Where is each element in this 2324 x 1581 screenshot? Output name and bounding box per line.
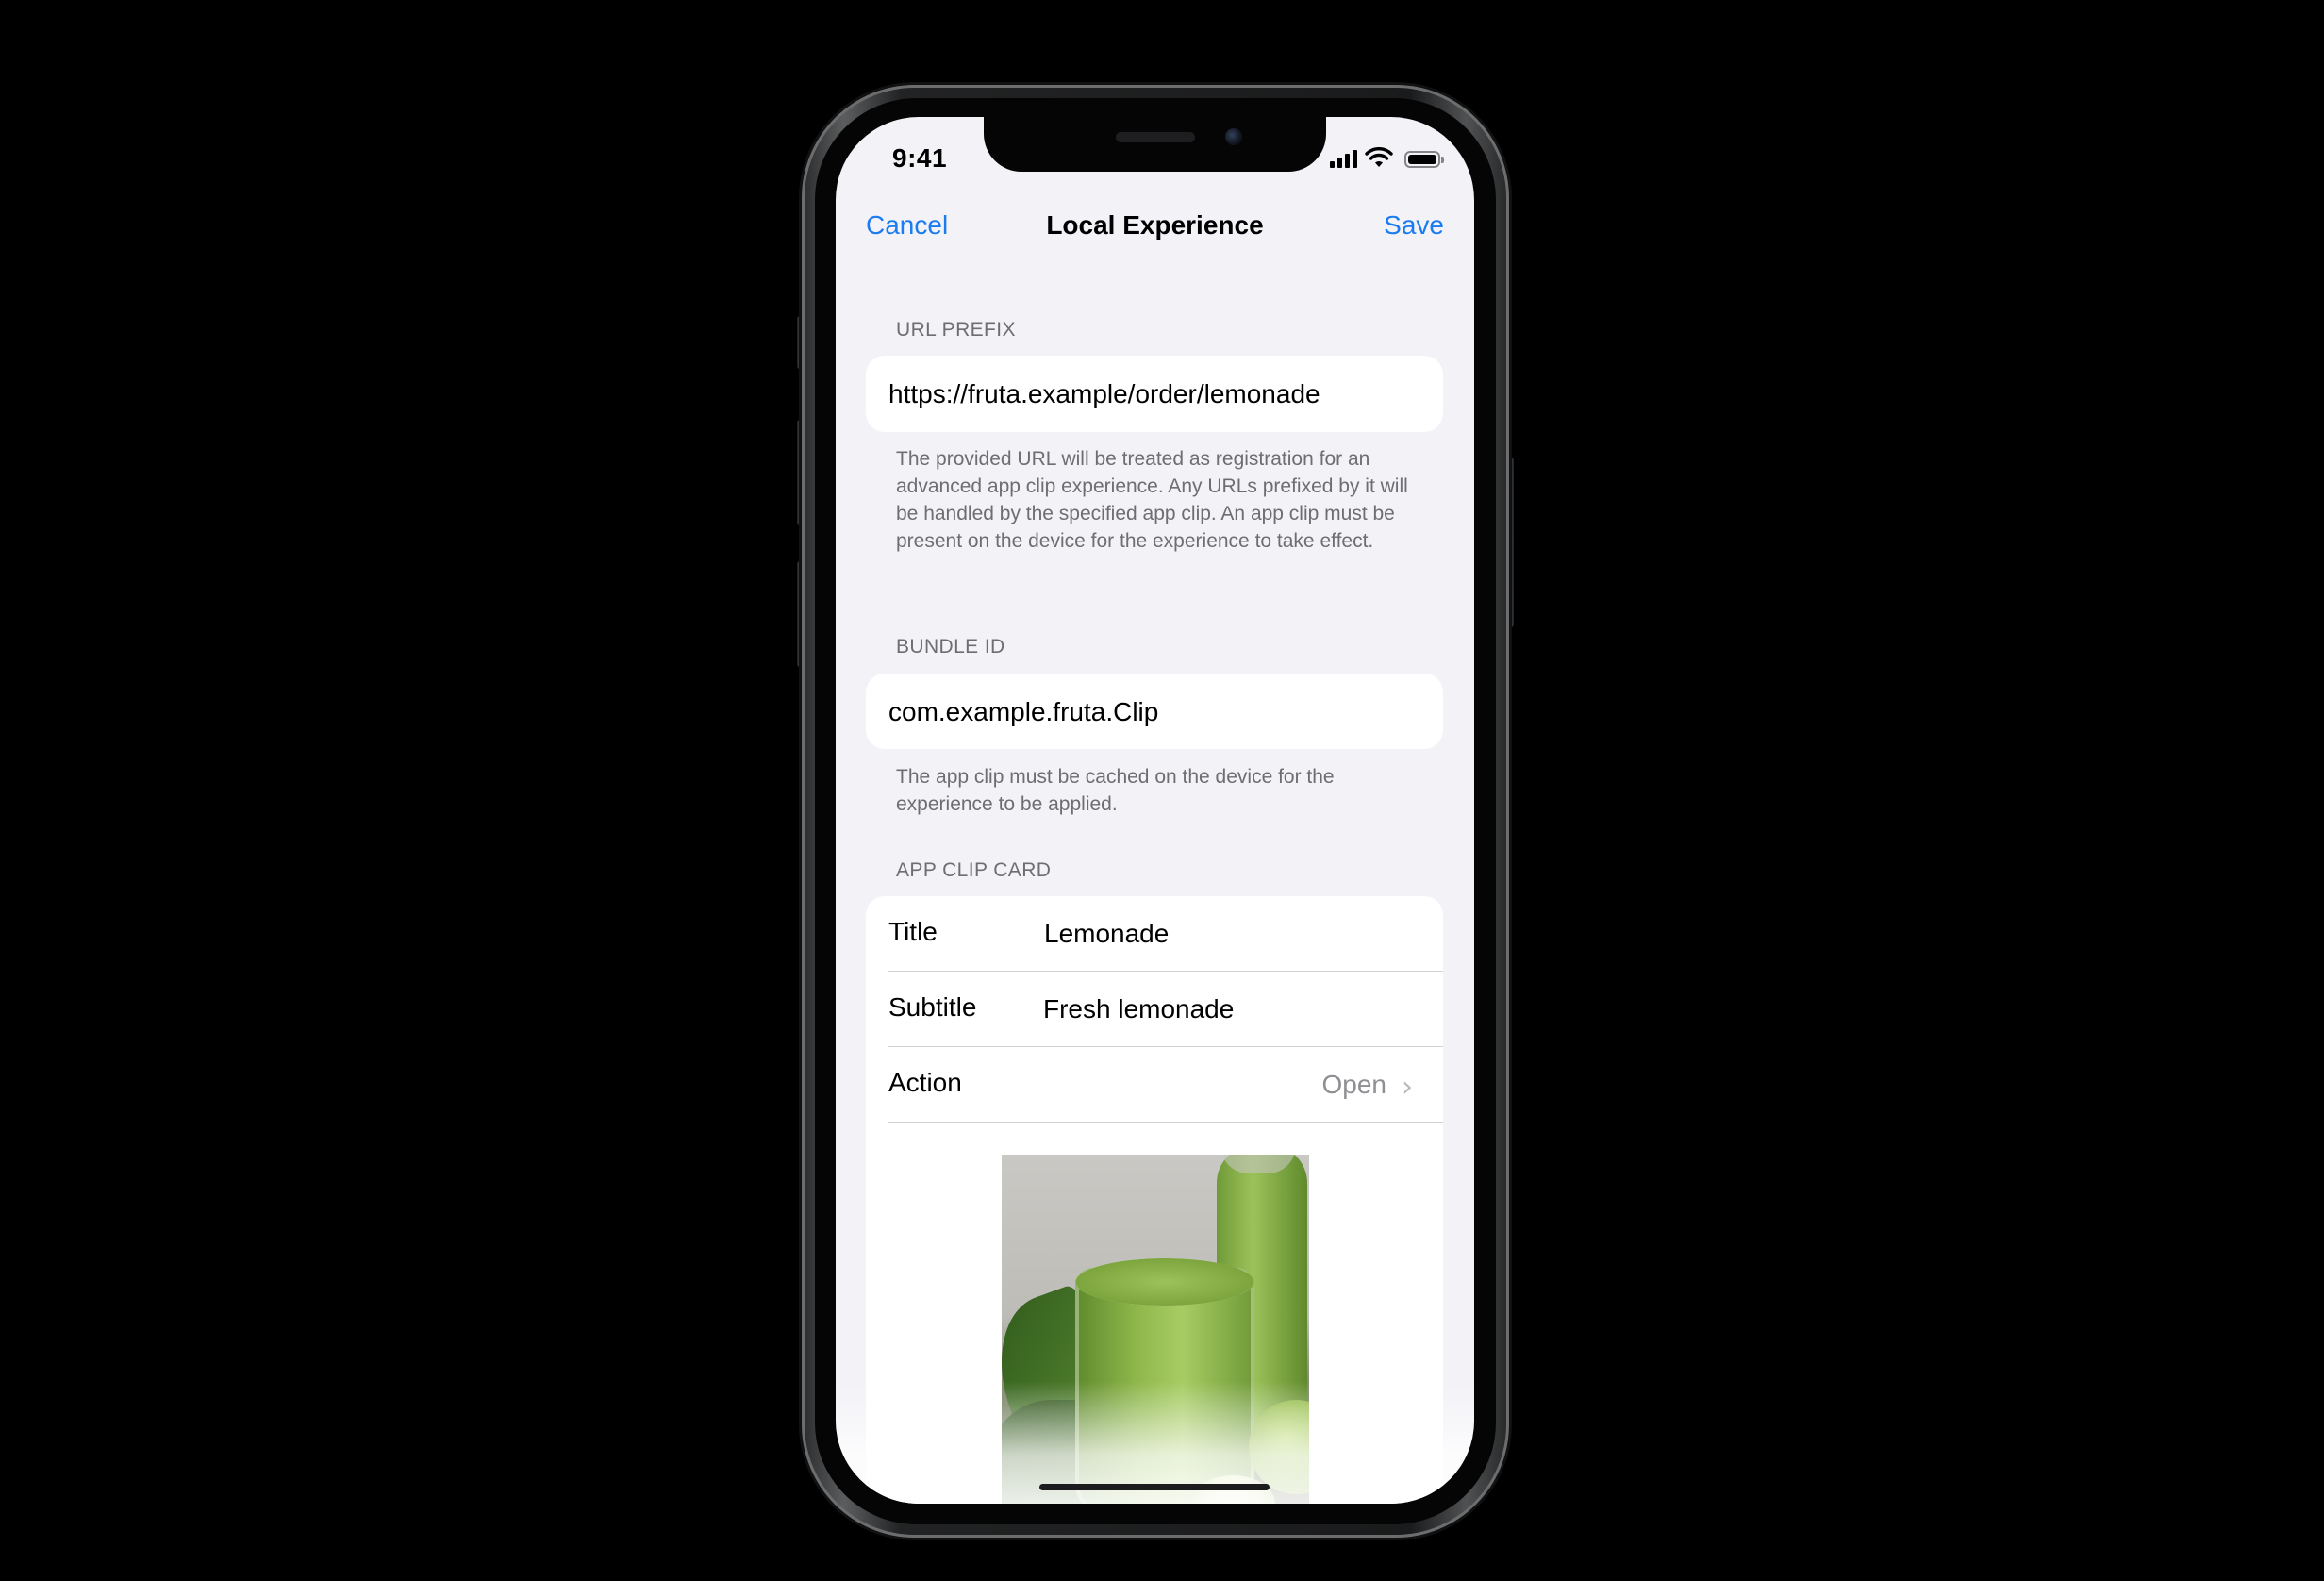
bundle-id-footer: The app clip must be cached on the devic…	[896, 766, 1335, 815]
action-row[interactable]: Action Open ›	[888, 1047, 1443, 1123]
title-field[interactable]: Lemonade	[1044, 919, 1169, 949]
front-camera	[1225, 128, 1242, 145]
status-icons	[1330, 147, 1444, 168]
chevron-right-icon: ›	[1402, 1071, 1413, 1104]
speaker-grille	[1116, 132, 1195, 142]
subtitle-field[interactable]: Fresh lemonade	[1043, 994, 1234, 1024]
url-prefix-field[interactable]: https://fruta.example/order/lemonade	[888, 379, 1320, 409]
title-label: Title	[888, 917, 938, 946]
cellular-signal-icon	[1330, 149, 1357, 168]
app-clip-card-header: APP CLIP CARD	[896, 859, 1052, 881]
battery-icon	[1404, 151, 1444, 168]
page-title: Local Experience	[1046, 210, 1264, 240]
url-prefix-card: https://fruta.example/order/lemonade	[866, 356, 1443, 432]
wifi-icon	[1365, 147, 1393, 167]
smoothie-glass-rim	[1075, 1258, 1254, 1306]
bundle-id-field[interactable]: com.example.fruta.Clip	[888, 697, 1158, 727]
phone-screen: 9:41 Cancel Local Experience Save URL PR…	[836, 117, 1474, 1504]
action-value: Open	[1321, 1070, 1387, 1099]
action-label: Action	[888, 1068, 962, 1097]
subtitle-row[interactable]: Subtitle Fresh lemonade	[888, 972, 1443, 1047]
title-row[interactable]: Title Lemonade	[888, 896, 1443, 972]
stage: 9:41 Cancel Local Experience Save URL PR…	[0, 0, 2324, 1581]
row-divider	[888, 1121, 1443, 1123]
notch	[984, 117, 1326, 172]
url-prefix-footer: The provided URL will be treated as regi…	[896, 448, 1408, 552]
status-time: 9:41	[892, 143, 948, 173]
save-button[interactable]: Save	[1384, 210, 1444, 241]
url-prefix-header: URL PREFIX	[896, 319, 1016, 341]
bundle-id-header: BUNDLE ID	[896, 636, 1005, 657]
subtitle-label: Subtitle	[888, 992, 977, 1022]
home-indicator[interactable]	[1039, 1484, 1270, 1490]
bundle-id-card: com.example.fruta.Clip	[866, 674, 1443, 749]
